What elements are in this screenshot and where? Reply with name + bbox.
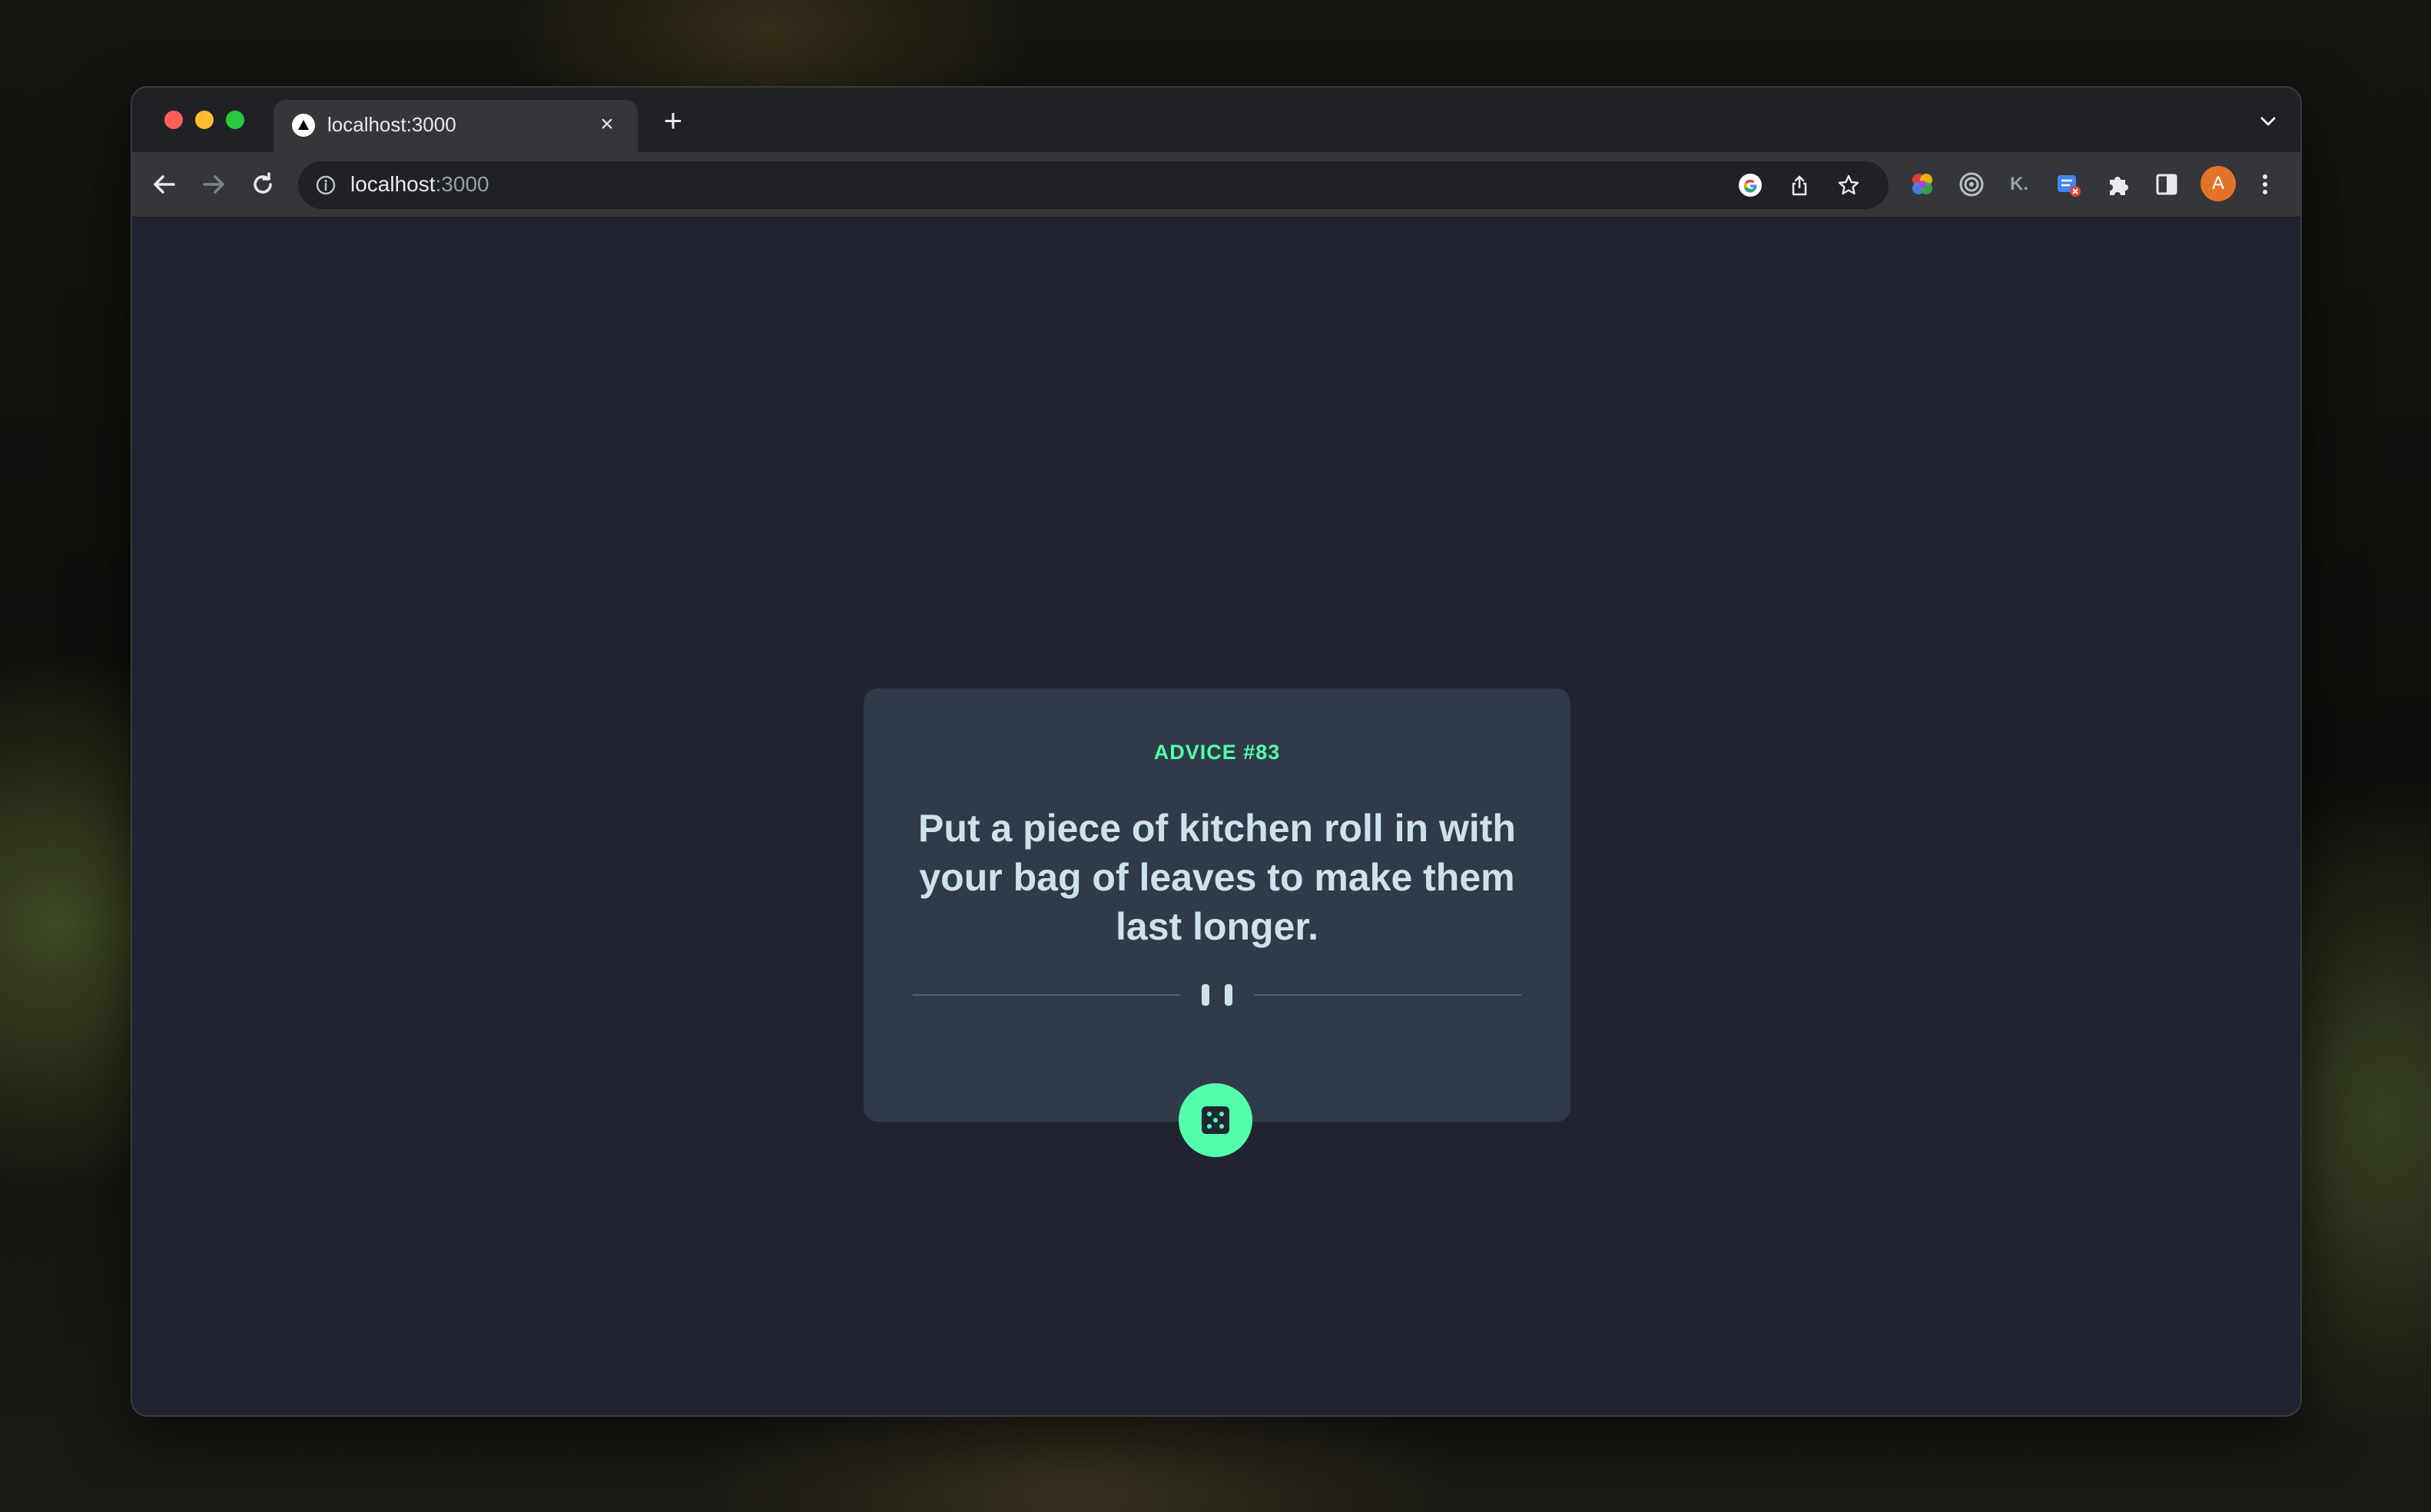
tab-strip: localhost:3000 × + (132, 88, 2300, 152)
advice-quote: Put a piece of kitchen roll in with your… (918, 807, 1516, 948)
advice-id-label: ADVICE #83 (1153, 741, 1281, 764)
close-window-button[interactable] (164, 111, 183, 129)
share-icon[interactable] (1787, 173, 1812, 197)
bookmark-star-icon[interactable] (1836, 173, 1861, 197)
browser-toolbar: localhost:3000 K. A (132, 152, 2300, 218)
color-picker-extension-icon[interactable] (1907, 169, 1938, 200)
tab-active[interactable]: localhost:3000 × (274, 100, 638, 152)
forward-arrow-icon[interactable] (197, 167, 230, 201)
tab-title: localhost:3000 (327, 113, 456, 136)
k-extension-icon[interactable]: K. (2004, 169, 2035, 200)
reload-icon[interactable] (246, 167, 280, 201)
site-info-icon[interactable] (315, 174, 337, 196)
new-tab-button[interactable]: + (658, 104, 688, 137)
generate-advice-button[interactable] (1179, 1083, 1252, 1157)
side-panel-icon[interactable] (2151, 169, 2182, 200)
pattern-divider (913, 983, 1521, 1006)
target-extension-icon[interactable] (1956, 169, 1987, 200)
maximize-window-button[interactable] (226, 111, 244, 129)
page-viewport: ADVICE #83 Put a piece of kitchen roll i… (132, 218, 2300, 1415)
back-arrow-icon[interactable] (148, 167, 181, 201)
browser-window: localhost:3000 × + localhost:3000 K. A A… (132, 88, 2300, 1415)
browser-menu-kebab-icon[interactable] (2250, 169, 2280, 200)
translate-extension-icon[interactable] (2053, 169, 2084, 200)
address-bar[interactable]: localhost:3000 (298, 161, 1889, 209)
minimize-window-button[interactable] (195, 111, 214, 129)
tab-search-chevron-icon[interactable] (2254, 108, 2282, 135)
url-text: localhost:3000 (350, 172, 489, 197)
tab-close-icon[interactable]: × (593, 111, 621, 138)
dice-icon (1202, 1106, 1229, 1134)
url-host: localhost (350, 172, 436, 196)
profile-avatar[interactable]: A (2201, 166, 2236, 201)
google-icon[interactable] (1738, 173, 1763, 197)
advice-card: ADVICE #83 Put a piece of kitchen roll i… (864, 688, 1570, 1122)
url-port: :3000 (435, 172, 489, 196)
extensions-puzzle-icon[interactable] (2102, 169, 2133, 200)
favicon-icon (292, 114, 315, 137)
pause-icon (1202, 984, 1232, 1006)
